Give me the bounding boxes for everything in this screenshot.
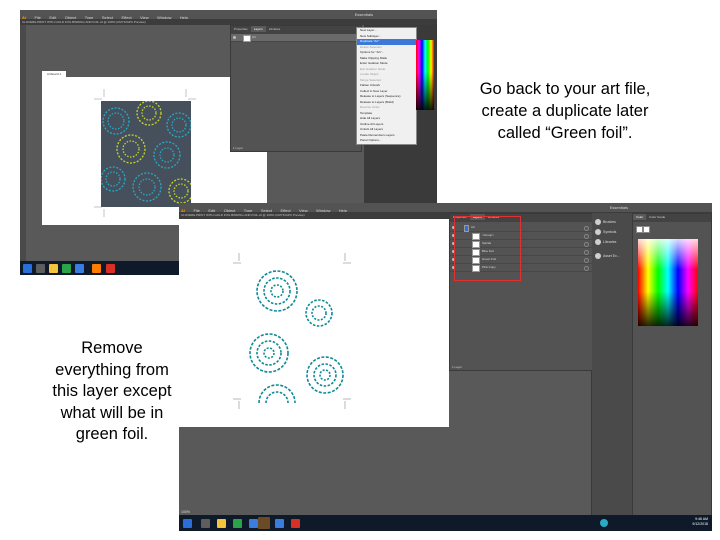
caption-line: create a duplicate later: [481, 102, 649, 120]
color-spectrum[interactable]: [416, 40, 434, 110]
caption-line: everything from: [55, 360, 169, 379]
tab-color[interactable]: Color: [633, 214, 647, 220]
app-icon[interactable]: [249, 519, 258, 528]
panel-brushes[interactable]: Brushes: [595, 219, 616, 225]
canvas-area-right[interactable]: [449, 371, 591, 515]
target-icon[interactable]: [584, 258, 589, 263]
panel-label: Brushes: [603, 219, 616, 224]
caption-line: Go back to your art file,: [479, 80, 651, 98]
panel-symbols[interactable]: Symbols: [595, 229, 616, 235]
folder-icon[interactable]: [49, 264, 58, 273]
green-foil-flowers[interactable]: [237, 263, 347, 403]
instruction-caption-top: Go back to your art file, create a dupli…: [455, 78, 675, 144]
layer-name: Art: [252, 35, 256, 39]
panel-label: Symbols: [603, 229, 617, 234]
target-icon[interactable]: [584, 266, 589, 271]
stroke-swatch[interactable]: [643, 226, 650, 233]
fill-swatch[interactable]: [636, 226, 643, 233]
artboard: [179, 219, 449, 427]
app-icon[interactable]: [275, 519, 284, 528]
instruction-caption-left: Remove everything from this layer except…: [48, 338, 176, 446]
caption-line: what will be in: [60, 403, 164, 422]
caption-line: green foil.: [75, 425, 149, 443]
brushes-icon: [595, 219, 601, 225]
menu-item[interactable]: Panel Options...: [357, 138, 416, 144]
floral-pattern-art[interactable]: [101, 101, 191, 207]
layer-thumbnail: [243, 35, 251, 42]
panel-asset-export[interactable]: Asset Ex...: [595, 253, 620, 259]
caption-line: called “Green foil”.: [497, 124, 633, 142]
color-panel-tabs: Color Color Guide: [633, 214, 711, 222]
folder-icon[interactable]: [217, 519, 226, 528]
clock-date: 9/12/2018: [692, 522, 708, 526]
layers-panel-menu[interactable]: New Layer... New Sublayer... Duplicate "…: [356, 27, 417, 145]
panel-libraries[interactable]: Libraries: [595, 239, 616, 245]
asset-export-icon: [595, 253, 601, 259]
symbols-icon: [595, 229, 601, 235]
collapsed-panels[interactable]: Brushes Symbols Libraries Asset Ex...: [592, 213, 632, 515]
app-icon[interactable]: [75, 264, 84, 273]
highlight-box: [454, 216, 521, 281]
tab-color-guide[interactable]: Color Guide: [646, 214, 668, 220]
start-icon[interactable]: [23, 264, 32, 273]
canvas-area[interactable]: [179, 219, 449, 515]
caption-line: Remove: [81, 339, 143, 357]
tab-layers[interactable]: Layers: [250, 26, 266, 32]
chrome-icon[interactable]: [233, 519, 242, 528]
target-icon[interactable]: [584, 250, 589, 255]
workspace-switcher[interactable]: Essentials: [610, 203, 628, 212]
visibility-eye-icon[interactable]: [233, 36, 236, 39]
target-icon[interactable]: [584, 234, 589, 239]
panel-label: Libraries: [603, 239, 617, 244]
menu-bar: Ai File Edit Object Type Select Effect V…: [20, 10, 437, 20]
tab-properties[interactable]: Properties: [231, 26, 251, 32]
search-icon[interactable]: [36, 264, 45, 273]
panel-tab-bar: Properties Layers Libraries: [231, 26, 361, 34]
document-tab-label: CLOVERE PRINT WITH GOLD FOIL BINDING AND…: [22, 20, 146, 24]
tab-libraries[interactable]: Libraries: [266, 26, 284, 32]
target-icon[interactable]: [584, 226, 589, 231]
taskbar-clock[interactable]: 9:46 AM 9/12/2018: [692, 517, 708, 527]
layer-row[interactable]: Art: [231, 34, 361, 42]
acrobat-icon[interactable]: [106, 264, 115, 273]
document-tab-label: CLOVERE PRINT WITH GOLD FOIL BINDING AND…: [181, 213, 305, 217]
menu-bar: Ai File Edit Object Type Select Effect V…: [179, 203, 712, 213]
target-icon[interactable]: [584, 242, 589, 247]
layers-panel[interactable]: Properties Layers Libraries Art 1 Layer: [230, 25, 362, 152]
windows-taskbar: 9:46 AM 9/12/2018: [179, 515, 712, 531]
layer-count: 1 Layer: [452, 365, 463, 369]
workspace-switcher[interactable]: Essentials: [355, 10, 373, 19]
screenshot-illustrator-2: Ai File Edit Object Type Select Effect V…: [179, 203, 712, 531]
zoom-level[interactable]: 100%: [181, 510, 190, 514]
chrome-icon[interactable]: [62, 264, 71, 273]
acrobat-icon[interactable]: [291, 519, 300, 528]
color-spectrum[interactable]: [638, 239, 698, 326]
caption-line: this layer except: [52, 382, 172, 400]
illustrator-icon[interactable]: [258, 517, 270, 529]
illustrator-icon[interactable]: [92, 264, 101, 273]
search-icon[interactable]: [201, 519, 210, 528]
color-panel[interactable]: Color Color Guide: [632, 213, 712, 517]
panel-label: Asset Ex...: [603, 253, 620, 258]
start-icon[interactable]: [183, 519, 192, 528]
libraries-icon: [595, 239, 601, 245]
tray-icon[interactable]: [600, 519, 608, 527]
layer-count: 1 Layer: [233, 146, 244, 150]
